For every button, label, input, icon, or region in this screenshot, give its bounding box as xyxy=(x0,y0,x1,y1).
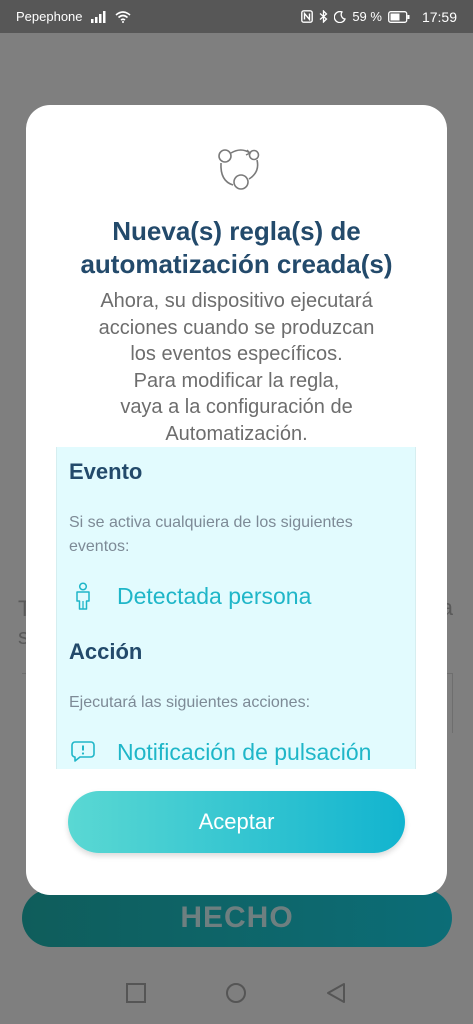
back-triangle-icon[interactable] xyxy=(325,982,347,1004)
moon-icon xyxy=(334,10,347,23)
event-section-description: Si se activa cualquiera de los siguiente… xyxy=(69,514,353,555)
nfc-icon xyxy=(301,10,314,23)
home-circle-icon[interactable] xyxy=(225,982,247,1004)
recents-square-icon[interactable] xyxy=(125,982,147,1004)
dialog-message: Ahora, su dispositivo ejecutará acciones… xyxy=(98,290,375,445)
action-item-label: Notificación de pulsación xyxy=(117,738,372,765)
dialog-title: Nueva(s) regla(s) de automatización crea… xyxy=(80,216,393,279)
background-divider-vertical xyxy=(452,673,453,733)
automation-created-dialog: Nueva(s) regla(s) de automatización crea… xyxy=(26,105,447,895)
event-item-label: Detectada persona xyxy=(117,582,312,609)
event-section-title: Evento xyxy=(69,459,143,484)
battery-percentage: 59 % xyxy=(352,9,382,24)
automation-icon xyxy=(211,143,263,195)
rule-summary-card: Evento Si se activa cualquiera de los si… xyxy=(56,447,416,769)
clock: 17:59 xyxy=(421,8,457,25)
carrier-name: Pepephone xyxy=(16,9,83,24)
action-item: Notificación de pulsación xyxy=(69,737,371,767)
person-icon xyxy=(69,581,97,611)
accept-button[interactable]: Aceptar xyxy=(68,791,405,853)
battery-icon xyxy=(388,10,410,23)
action-section-title: Acción xyxy=(69,639,143,664)
navigation-bar xyxy=(0,960,473,1024)
action-section-description: Ejecutará las siguientes acciones: xyxy=(69,694,311,711)
wifi-icon xyxy=(114,10,131,23)
bluetooth-icon xyxy=(319,10,328,23)
signal-icon xyxy=(90,10,107,23)
notification-icon xyxy=(69,737,97,767)
done-button[interactable]: HECHO xyxy=(22,889,452,947)
status-bar: Pepephone 59 % 17:59 xyxy=(0,0,473,33)
event-item: Detectada persona xyxy=(69,581,311,611)
